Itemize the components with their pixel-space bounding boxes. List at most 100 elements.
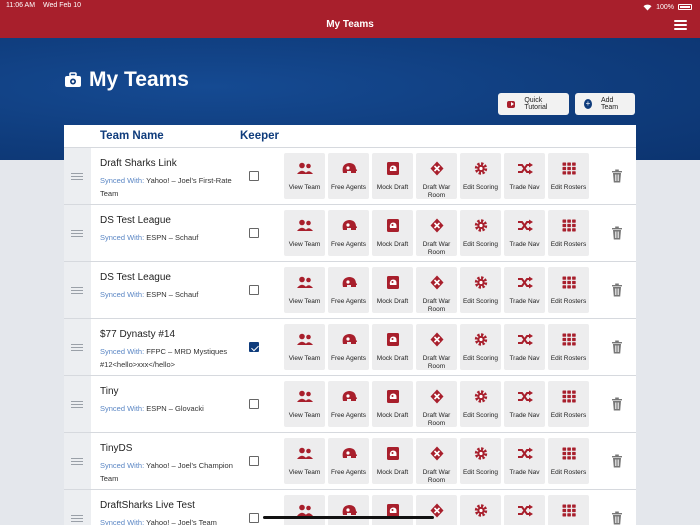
edit-scoring-button[interactable]: Edit Scoring [460,438,501,484]
trade-nav-button[interactable]: Trade Nav [504,153,545,199]
trash-icon[interactable] [611,511,623,525]
free-agents-button[interactable]: Free Agents [328,267,369,313]
trade-nav-button[interactable]: Trade Nav [504,381,545,427]
mock-draft-button[interactable]: Mock Draft [372,267,413,313]
mock-draft-button[interactable]: Mock Draft [372,495,413,525]
edit-rosters-button[interactable]: Edit Rosters [548,495,589,525]
action-label: Mock Draft [376,469,409,476]
drag-handle[interactable] [64,262,91,318]
draft-war-room-button[interactable]: Draft War Room [416,267,457,313]
view-team-button[interactable]: View Team [284,210,325,256]
edit-rosters-button[interactable]: Edit Rosters [548,324,589,370]
action-label: Mock Draft [376,241,409,248]
war-room-icon [428,332,446,352]
shuffle-icon [516,218,534,238]
drag-handle[interactable] [64,490,91,525]
mock-draft-icon [384,161,402,181]
draft-war-room-button[interactable]: Draft War Room [416,381,457,427]
draft-war-room-button[interactable]: Draft War Room [416,324,457,370]
trade-nav-button[interactable]: Trade Nav [504,267,545,313]
mock-draft-button[interactable]: Mock Draft [372,210,413,256]
action-label: Mock Draft [376,298,409,305]
drag-handle-icon [71,287,83,296]
trash-icon[interactable] [611,169,623,183]
draft-war-room-button[interactable]: Draft War Room [416,210,457,256]
drag-handle[interactable] [64,376,91,432]
action-label: Mock Draft [376,184,409,191]
shuffle-icon [516,503,534,523]
drag-handle-icon [71,344,83,353]
edit-scoring-button[interactable]: Edit Scoring [460,153,501,199]
quick-tutorial-button[interactable]: Quick Tutorial [498,93,569,115]
trash-icon[interactable] [611,340,623,354]
edit-scoring-button[interactable]: Edit Scoring [460,267,501,313]
free-agents-button[interactable]: Free Agents [328,153,369,199]
trade-nav-button[interactable]: Trade Nav [504,495,545,525]
keeper-checkbox[interactable] [249,285,259,295]
action-label: Draft War Room [422,184,451,199]
mock-draft-button[interactable]: Mock Draft [372,381,413,427]
keeper-checkbox[interactable] [249,513,259,523]
trash-icon[interactable] [611,283,623,297]
action-label: Trade Nav [509,184,540,191]
mock-draft-button[interactable]: Mock Draft [372,438,413,484]
edit-rosters-button[interactable]: Edit Rosters [548,267,589,313]
trade-nav-button[interactable]: Trade Nav [504,438,545,484]
mock-draft-button[interactable]: Mock Draft [372,324,413,370]
draft-war-room-button[interactable]: Draft War Room [416,438,457,484]
action-label: Mock Draft [376,355,409,362]
team-actions: View TeamFree AgentsMock DraftDraft War … [284,495,589,525]
keeper-checkbox[interactable] [249,342,259,352]
helmet-icon [340,275,358,295]
trash-icon[interactable] [611,397,623,411]
trash-icon[interactable] [611,226,623,240]
free-agents-button[interactable]: Free Agents [328,210,369,256]
drag-handle[interactable] [64,433,91,489]
drag-handle[interactable] [64,319,91,375]
edit-rosters-button[interactable]: Edit Rosters [548,153,589,199]
drag-handle[interactable] [64,205,91,261]
drag-handle[interactable] [64,148,91,204]
view-team-button[interactable]: View Team [284,495,325,525]
drag-handle-icon [71,458,83,467]
action-label: Free Agents [330,184,367,191]
view-team-button[interactable]: View Team [284,153,325,199]
edit-scoring-button[interactable]: Edit Scoring [460,495,501,525]
trash-icon[interactable] [611,454,623,468]
keeper-checkbox[interactable] [249,171,259,181]
action-label: Edit Rosters [550,184,587,191]
trade-nav-button[interactable]: Trade Nav [504,210,545,256]
edit-scoring-button[interactable]: Edit Scoring [460,381,501,427]
free-agents-button[interactable]: Free Agents [328,381,369,427]
draft-war-room-button[interactable]: Draft War Room [416,153,457,199]
action-label: View Team [288,412,321,419]
edit-rosters-button[interactable]: Edit Rosters [548,438,589,484]
free-agents-button[interactable]: Free Agents [328,438,369,484]
mock-draft-button[interactable]: Mock Draft [372,153,413,199]
view-team-button[interactable]: View Team [284,438,325,484]
view-team-button[interactable]: View Team [284,381,325,427]
edit-scoring-button[interactable]: Edit Scoring [460,210,501,256]
add-team-button[interactable]: + Add Team [575,93,635,115]
edit-rosters-button[interactable]: Edit Rosters [548,381,589,427]
view-team-button[interactable]: View Team [284,324,325,370]
draft-war-room-button[interactable]: Draft War Room [416,495,457,525]
mock-draft-icon [384,389,402,409]
war-room-icon [428,161,446,181]
menu-icon[interactable] [674,20,687,30]
action-label: Draft War Room [422,355,451,370]
free-agents-button[interactable]: Free Agents [328,495,369,525]
keeper-checkbox[interactable] [249,399,259,409]
edit-rosters-button[interactable]: Edit Rosters [548,210,589,256]
trade-nav-button[interactable]: Trade Nav [504,324,545,370]
synced-with-label: Synced With: [100,518,145,525]
keeper-checkbox[interactable] [249,456,259,466]
gear-icon [472,446,490,466]
column-header-team-name: Team Name [100,130,164,142]
team-actions: View Team Free AgentsMock DraftDraft War … [284,381,589,427]
keeper-checkbox[interactable] [249,228,259,238]
free-agents-button[interactable]: Free Agents [328,324,369,370]
view-team-button[interactable]: View Team [284,267,325,313]
edit-scoring-button[interactable]: Edit Scoring [460,324,501,370]
drag-handle-icon [71,173,83,182]
